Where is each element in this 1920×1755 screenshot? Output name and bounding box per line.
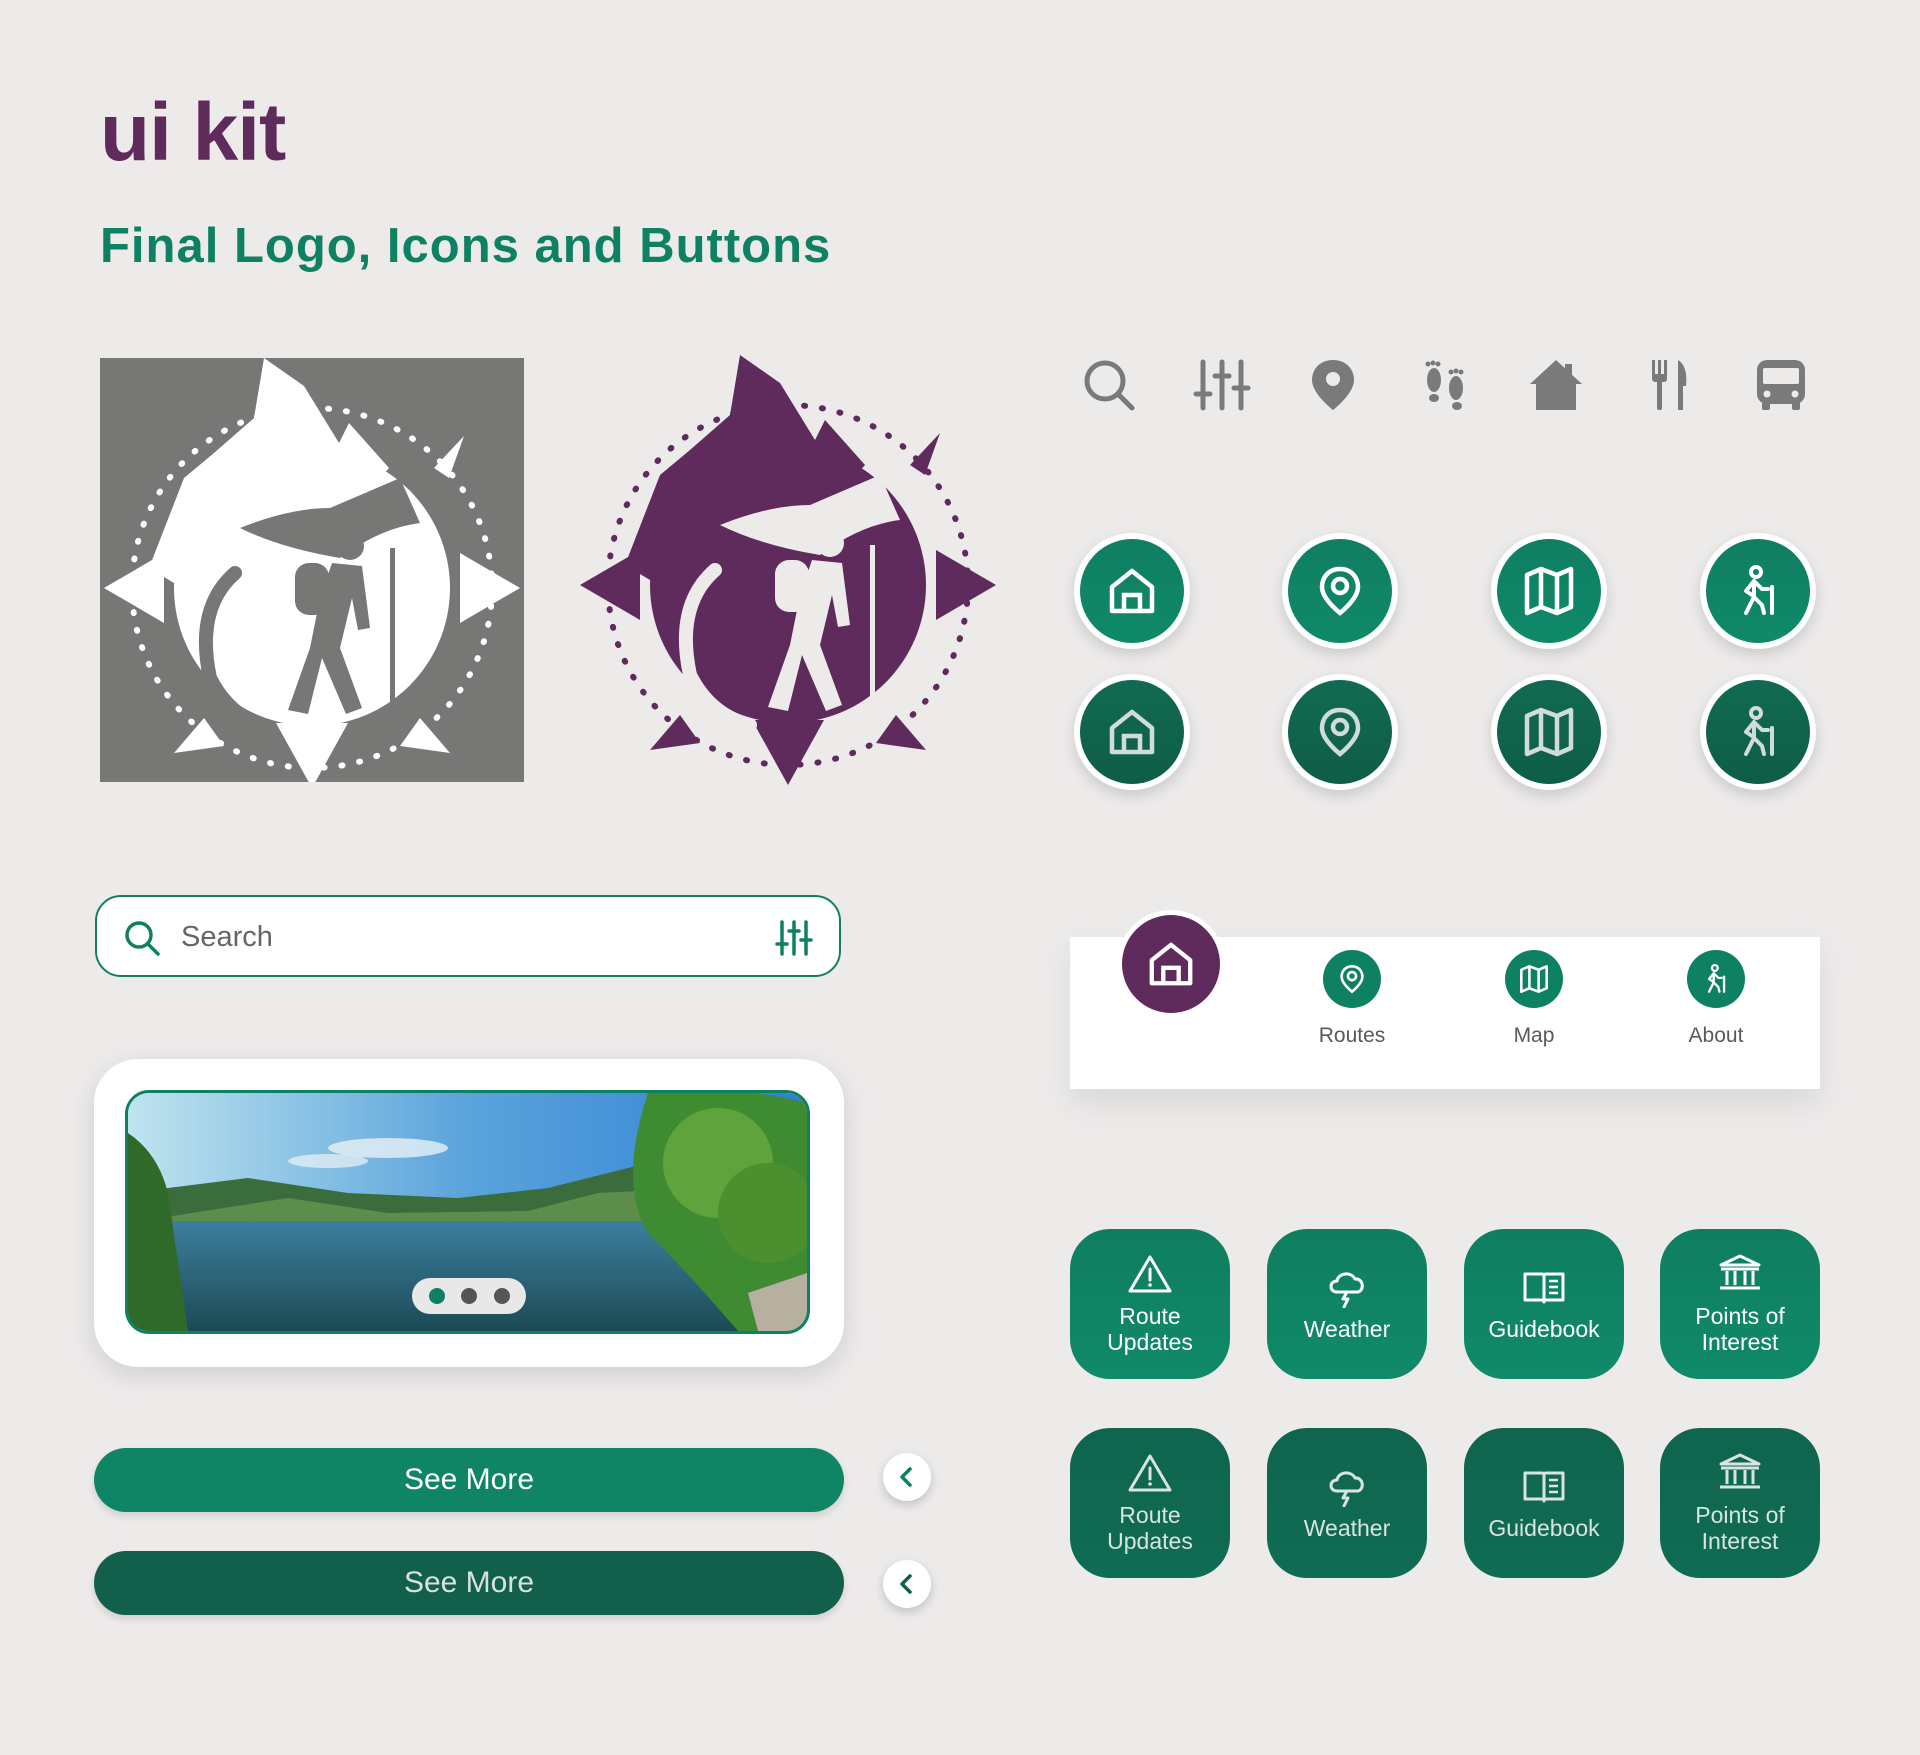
round-location-button-pressed[interactable] xyxy=(1282,674,1398,790)
map-icon xyxy=(1520,965,1548,993)
carousel-dot-3[interactable] xyxy=(493,1288,510,1304)
sliders-icon xyxy=(1193,359,1251,411)
tile-label: Guidebook xyxy=(1488,1514,1600,1541)
location-pin-icon xyxy=(1314,565,1366,617)
book-icon xyxy=(1523,1272,1565,1304)
route-updates-button[interactable]: Route Updates xyxy=(1070,1229,1230,1379)
carousel-pagination[interactable] xyxy=(412,1278,526,1314)
round-home-button[interactable] xyxy=(1074,533,1190,649)
museum-icon xyxy=(1718,1254,1762,1290)
location-pin-icon xyxy=(1314,706,1366,758)
nav-item-about[interactable]: About xyxy=(1646,950,1786,1048)
warning-icon xyxy=(1128,1454,1172,1492)
points-of-interest-button[interactable]: Points of Interest xyxy=(1660,1229,1820,1379)
chevron-left-icon xyxy=(900,1574,912,1594)
weather-icon xyxy=(1329,1272,1364,1308)
footprints-icon xyxy=(1425,360,1464,410)
carousel-dot-1[interactable] xyxy=(428,1288,445,1304)
weather-icon xyxy=(1329,1471,1364,1507)
tile-label: Points of Interest xyxy=(1695,1302,1785,1355)
hiker-compass-logo-purple-icon xyxy=(580,355,996,785)
page-subtitle: Final Logo, Icons and Buttons xyxy=(100,219,832,273)
carousel-dot-2[interactable] xyxy=(461,1288,477,1304)
book-icon xyxy=(1523,1471,1565,1503)
map-icon xyxy=(1523,565,1575,617)
round-map-button-pressed[interactable] xyxy=(1491,674,1607,790)
image-carousel-card[interactable] xyxy=(94,1059,844,1367)
fork-knife-icon xyxy=(1652,360,1687,410)
logo-purple xyxy=(580,355,996,785)
tile-label: Weather xyxy=(1303,1514,1391,1541)
chevron-left-icon xyxy=(900,1467,912,1487)
round-hiker-button-pressed[interactable] xyxy=(1700,674,1816,790)
weather-button-pressed[interactable]: Weather xyxy=(1267,1428,1427,1578)
see-more-button[interactable]: See More xyxy=(94,1448,844,1512)
weather-button[interactable]: Weather xyxy=(1267,1229,1427,1379)
round-map-button[interactable] xyxy=(1491,533,1607,649)
round-location-button[interactable] xyxy=(1282,533,1398,649)
back-button-pressed[interactable] xyxy=(883,1560,931,1608)
points-of-interest-button-pressed[interactable]: Points of Interest xyxy=(1660,1428,1820,1578)
round-home-button-pressed[interactable] xyxy=(1074,674,1190,790)
tile-label: Points of Interest xyxy=(1695,1501,1785,1554)
hiker-icon xyxy=(1744,706,1774,756)
see-more-button-pressed[interactable]: See More xyxy=(94,1551,844,1615)
nav-item-map[interactable]: Map xyxy=(1464,950,1604,1048)
page-title: ui kit xyxy=(100,87,286,178)
map-icon xyxy=(1523,706,1575,758)
guidebook-button-pressed[interactable]: Guidebook xyxy=(1464,1428,1624,1578)
nav-item-routes[interactable]: Routes xyxy=(1282,950,1422,1048)
hiker-compass-logo-icon xyxy=(104,358,520,788)
search-icon xyxy=(1084,360,1135,411)
home-icon xyxy=(1146,939,1196,989)
tile-label: Weather xyxy=(1303,1315,1391,1342)
hiker-icon xyxy=(1707,964,1726,993)
route-updates-button-pressed[interactable]: Route Updates xyxy=(1070,1428,1230,1578)
guidebook-button[interactable]: Guidebook xyxy=(1464,1229,1624,1379)
search-icon xyxy=(125,921,160,956)
tile-label: Route Updates xyxy=(1107,1302,1193,1355)
warning-icon xyxy=(1128,1255,1172,1293)
filter-sliders-icon[interactable] xyxy=(775,919,813,957)
museum-icon xyxy=(1718,1453,1762,1489)
hiker-icon xyxy=(1744,565,1774,615)
location-pin-icon xyxy=(1340,965,1364,993)
nav-label-routes: Routes xyxy=(1318,1024,1386,1047)
bus-icon xyxy=(1757,360,1805,410)
back-button[interactable] xyxy=(883,1453,931,1501)
nav-item-home[interactable] xyxy=(1117,910,1225,1018)
house-icon xyxy=(1530,360,1582,410)
nav-label-map: Map xyxy=(1513,1024,1555,1047)
location-pin-icon xyxy=(1312,360,1354,410)
home-icon xyxy=(1106,706,1158,758)
home-icon xyxy=(1106,565,1158,617)
tile-label: Route Updates xyxy=(1107,1501,1193,1554)
search-bar[interactable] xyxy=(95,895,841,977)
search-input[interactable] xyxy=(179,914,723,960)
tile-label: Guidebook xyxy=(1488,1315,1600,1342)
round-hiker-button[interactable] xyxy=(1700,533,1816,649)
nav-label-about: About xyxy=(1688,1024,1744,1047)
logo-white-on-gray xyxy=(100,358,524,788)
